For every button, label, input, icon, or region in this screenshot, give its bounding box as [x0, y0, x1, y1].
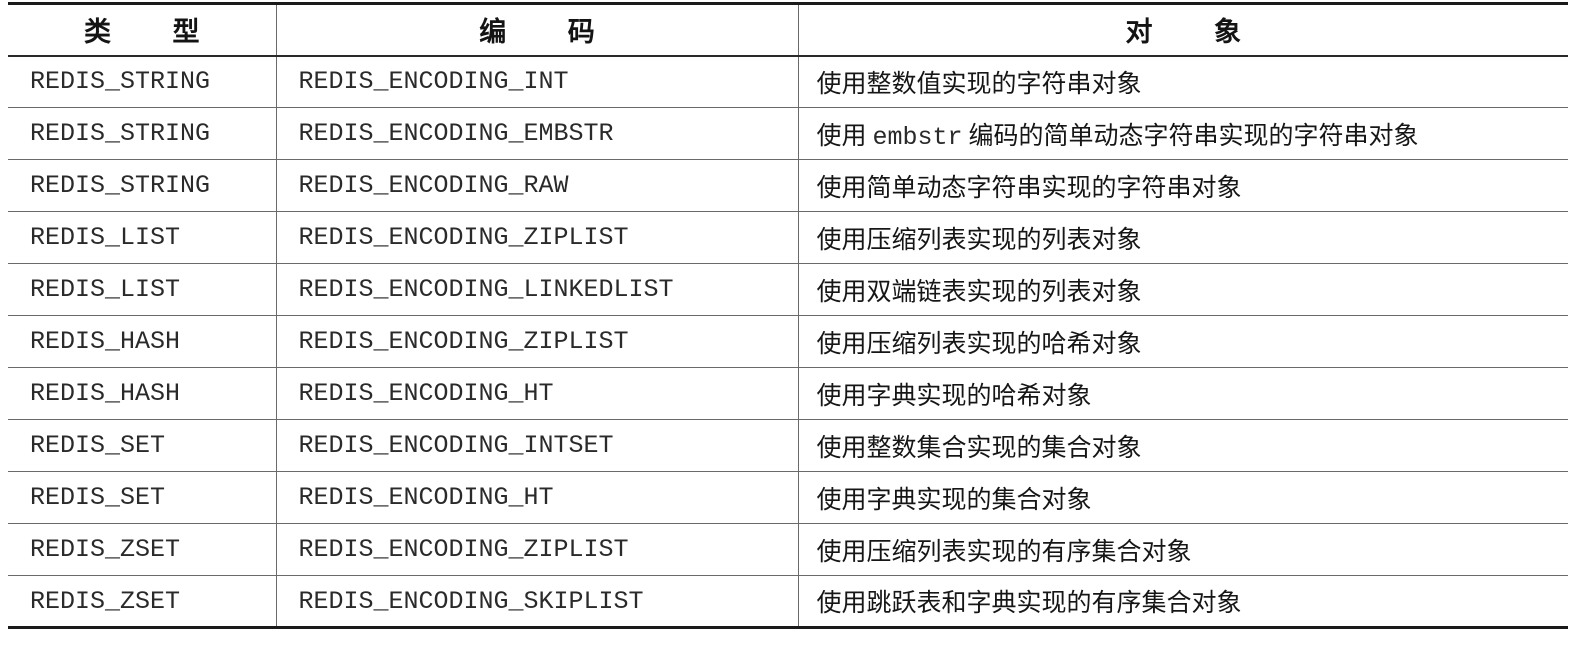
table-row: REDIS_LIST REDIS_ENCODING_LINKEDLIST 使用双… [8, 263, 1568, 316]
cell-type: REDIS_SET [8, 419, 276, 472]
cell-type: REDIS_STRING [8, 55, 276, 108]
cell-encoding: REDIS_ENCODING_HT [275, 471, 798, 524]
object-code: embstr [872, 122, 963, 152]
cell-type: REDIS_LIST [8, 211, 276, 264]
cell-encoding: REDIS_ENCODING_HT [275, 367, 798, 420]
table-row: REDIS_SET REDIS_ENCODING_HT 使用字典实现的集合对象 [8, 471, 1568, 524]
cell-encoding: REDIS_ENCODING_LINKEDLIST [275, 263, 798, 316]
cell-type: REDIS_STRING [8, 107, 276, 160]
cell-encoding: REDIS_ENCODING_ZIPLIST [275, 523, 798, 576]
cell-encoding: REDIS_ENCODING_INTSET [275, 419, 798, 472]
document-page: 类 型 编 码 对 象 REDIS_STRING REDIS_ENCODING_… [8, 2, 1568, 664]
cell-encoding: REDIS_ENCODING_EMBSTR [275, 107, 798, 160]
object-suffix: 编码的简单动态字符串实现的字符串对象 [968, 120, 1419, 150]
cell-object: 使用跳跃表和字典实现的有序集合对象 [797, 575, 1568, 628]
cell-object: 使用压缩列表实现的哈希对象 [797, 315, 1568, 368]
cell-encoding: REDIS_ENCODING_RAW [275, 159, 798, 212]
cell-object: 使用字典实现的集合对象 [797, 471, 1568, 524]
cell-type: REDIS_SET [8, 471, 276, 524]
table-header-row: 类 型 编 码 对 象 [8, 3, 1568, 57]
cell-object: 使用压缩列表实现的有序集合对象 [797, 523, 1568, 576]
table-row: REDIS_ZSET REDIS_ENCODING_SKIPLIST 使用跳跃表… [8, 575, 1568, 628]
cell-type: REDIS_HASH [8, 367, 276, 420]
cell-type: REDIS_LIST [8, 263, 276, 316]
table-row: REDIS_LIST REDIS_ENCODING_ZIPLIST 使用压缩列表… [8, 211, 1568, 264]
encoding-table: 类 型 编 码 对 象 REDIS_STRING REDIS_ENCODING_… [8, 2, 1568, 629]
cell-encoding: REDIS_ENCODING_INT [275, 55, 798, 108]
table-row: REDIS_STRING REDIS_ENCODING_INT 使用整数值实现的… [8, 55, 1568, 108]
cell-encoding: REDIS_ENCODING_SKIPLIST [275, 575, 798, 628]
cell-type: REDIS_ZSET [8, 523, 276, 576]
cell-encoding: REDIS_ENCODING_ZIPLIST [275, 315, 798, 368]
cell-object: 使用双端链表实现的列表对象 [797, 263, 1568, 316]
table-row: REDIS_SET REDIS_ENCODING_INTSET 使用整数集合实现… [8, 419, 1568, 472]
cell-object: 使用压缩列表实现的列表对象 [797, 211, 1568, 264]
cell-type: REDIS_STRING [8, 159, 276, 212]
cell-object: 使用 embstr 编码的简单动态字符串实现的字符串对象 [797, 107, 1568, 160]
header-object: 对 象 [797, 3, 1568, 57]
cell-object: 使用字典实现的哈希对象 [797, 367, 1568, 420]
table-row: REDIS_HASH REDIS_ENCODING_ZIPLIST 使用压缩列表… [8, 315, 1568, 368]
cell-object: 使用整数值实现的字符串对象 [797, 55, 1568, 108]
cell-object: 使用整数集合实现的集合对象 [797, 419, 1568, 472]
cell-object: 使用简单动态字符串实现的字符串对象 [797, 159, 1568, 212]
object-prefix: 使用 [816, 120, 867, 150]
header-type: 类 型 [8, 3, 276, 57]
cell-encoding: REDIS_ENCODING_ZIPLIST [275, 211, 798, 264]
table-row: REDIS_STRING REDIS_ENCODING_EMBSTR 使用 emb… [8, 107, 1568, 160]
table-row: REDIS_STRING REDIS_ENCODING_RAW 使用简单动态字符… [8, 159, 1568, 212]
table-row: REDIS_HASH REDIS_ENCODING_HT 使用字典实现的哈希对象 [8, 367, 1568, 420]
cell-type: REDIS_HASH [8, 315, 276, 368]
cell-type: REDIS_ZSET [30, 586, 181, 616]
header-encoding: 编 码 [275, 3, 798, 57]
table-row: REDIS_ZSET REDIS_ENCODING_ZIPLIST 使用压缩列表… [8, 523, 1568, 576]
